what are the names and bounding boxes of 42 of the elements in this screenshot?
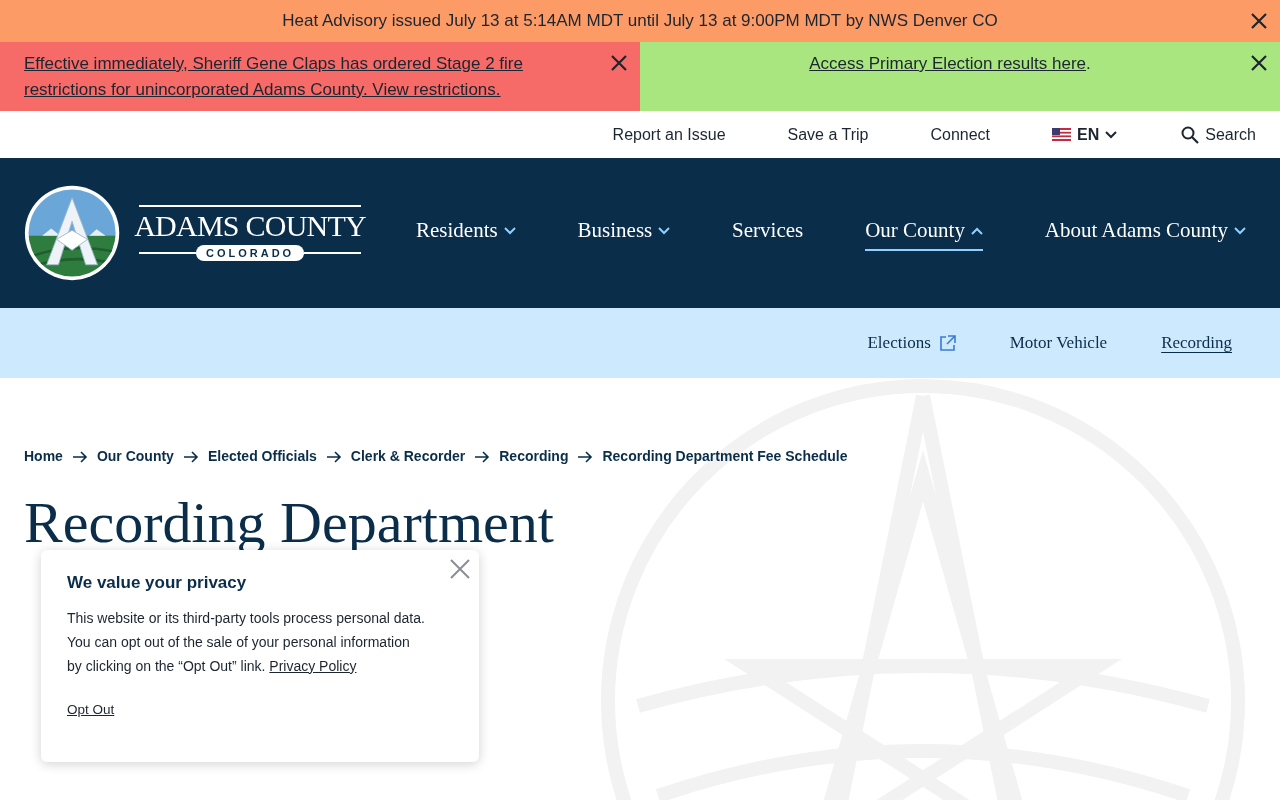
page-title: Recording Department <box>24 493 554 553</box>
privacy-policy-link[interactable]: Privacy Policy <box>269 657 357 674</box>
dialog-text: This website or its third-party tools process personal data. You can opt out of the sale of your personal information by clicking on the “Opt Out” link. Privacy Policy <box>67 608 426 676</box>
arrow-right-icon <box>474 450 491 463</box>
breadcrumb-link[interactable]: Recording Department Fee Schedule <box>602 446 848 467</box>
breadcrumb-link[interactable]: Our County <box>96 446 174 467</box>
opt-out-link[interactable]: Opt Out <box>67 699 115 720</box>
alert-link[interactable]: Access Primary Election results here <box>809 54 1087 73</box>
breadcrumb-link[interactable]: Recording <box>499 446 569 467</box>
nav-menu-item[interactable]: Our County <box>865 215 983 251</box>
arrow-right-icon <box>577 450 594 463</box>
close-icon[interactable] <box>610 54 628 72</box>
alert-link[interactable]: Effective immediately, Sheriff Gene Claps has ordered Stage 2 fire restrictions for unincorporated Adams County. View restrictions. <box>24 51 570 103</box>
arrow-right-icon <box>182 450 199 463</box>
close-icon[interactable] <box>1250 12 1268 30</box>
sub-nav-link[interactable]: Motor Vehicle <box>1009 330 1108 356</box>
utility-link[interactable]: Save a Trip <box>787 122 869 147</box>
alert-text: Heat Advisory issued July 13 at 5:14AM MDT until July 13 at 9:00PM MDT by NWS Denver CO <box>282 10 998 33</box>
alert-text: Access Primary Election results here. <box>809 53 1091 75</box>
breadcrumb-link[interactable]: Home <box>24 446 63 467</box>
chevron-down-icon <box>1105 130 1118 139</box>
sub-nav-link[interactable]: Elections <box>867 330 956 356</box>
nav-menu-item[interactable]: Services <box>732 215 804 251</box>
language-selector[interactable]: EN <box>1052 122 1118 147</box>
flag-icon <box>1052 128 1072 141</box>
close-icon[interactable] <box>1250 54 1268 72</box>
county-logo[interactable]: ADAMS COUNTY COLORADO <box>24 180 366 286</box>
breadcrumb-link[interactable]: Elected Officials <box>207 446 317 467</box>
search-button[interactable]: Search <box>1181 122 1256 147</box>
logo-name: ADAMS COUNTY <box>134 208 366 244</box>
breadcrumb-link[interactable]: Clerk & Recorder <box>350 446 466 467</box>
search-icon <box>1181 125 1200 144</box>
arrow-right-icon <box>71 450 88 463</box>
nav-menu-item[interactable]: Business <box>577 215 671 251</box>
dialog-title: We value your privacy <box>67 572 248 594</box>
logo-state: COLORADO <box>196 245 305 261</box>
utility-link[interactable]: Connect <box>930 122 991 147</box>
sub-nav-link[interactable]: Recording <box>1161 330 1232 356</box>
nav-menu-item[interactable]: About Adams County <box>1044 215 1246 251</box>
utility-link[interactable]: Report an Issue <box>612 122 726 147</box>
nav-menu-item[interactable]: Residents <box>416 215 516 251</box>
arrow-right-icon <box>325 450 342 463</box>
